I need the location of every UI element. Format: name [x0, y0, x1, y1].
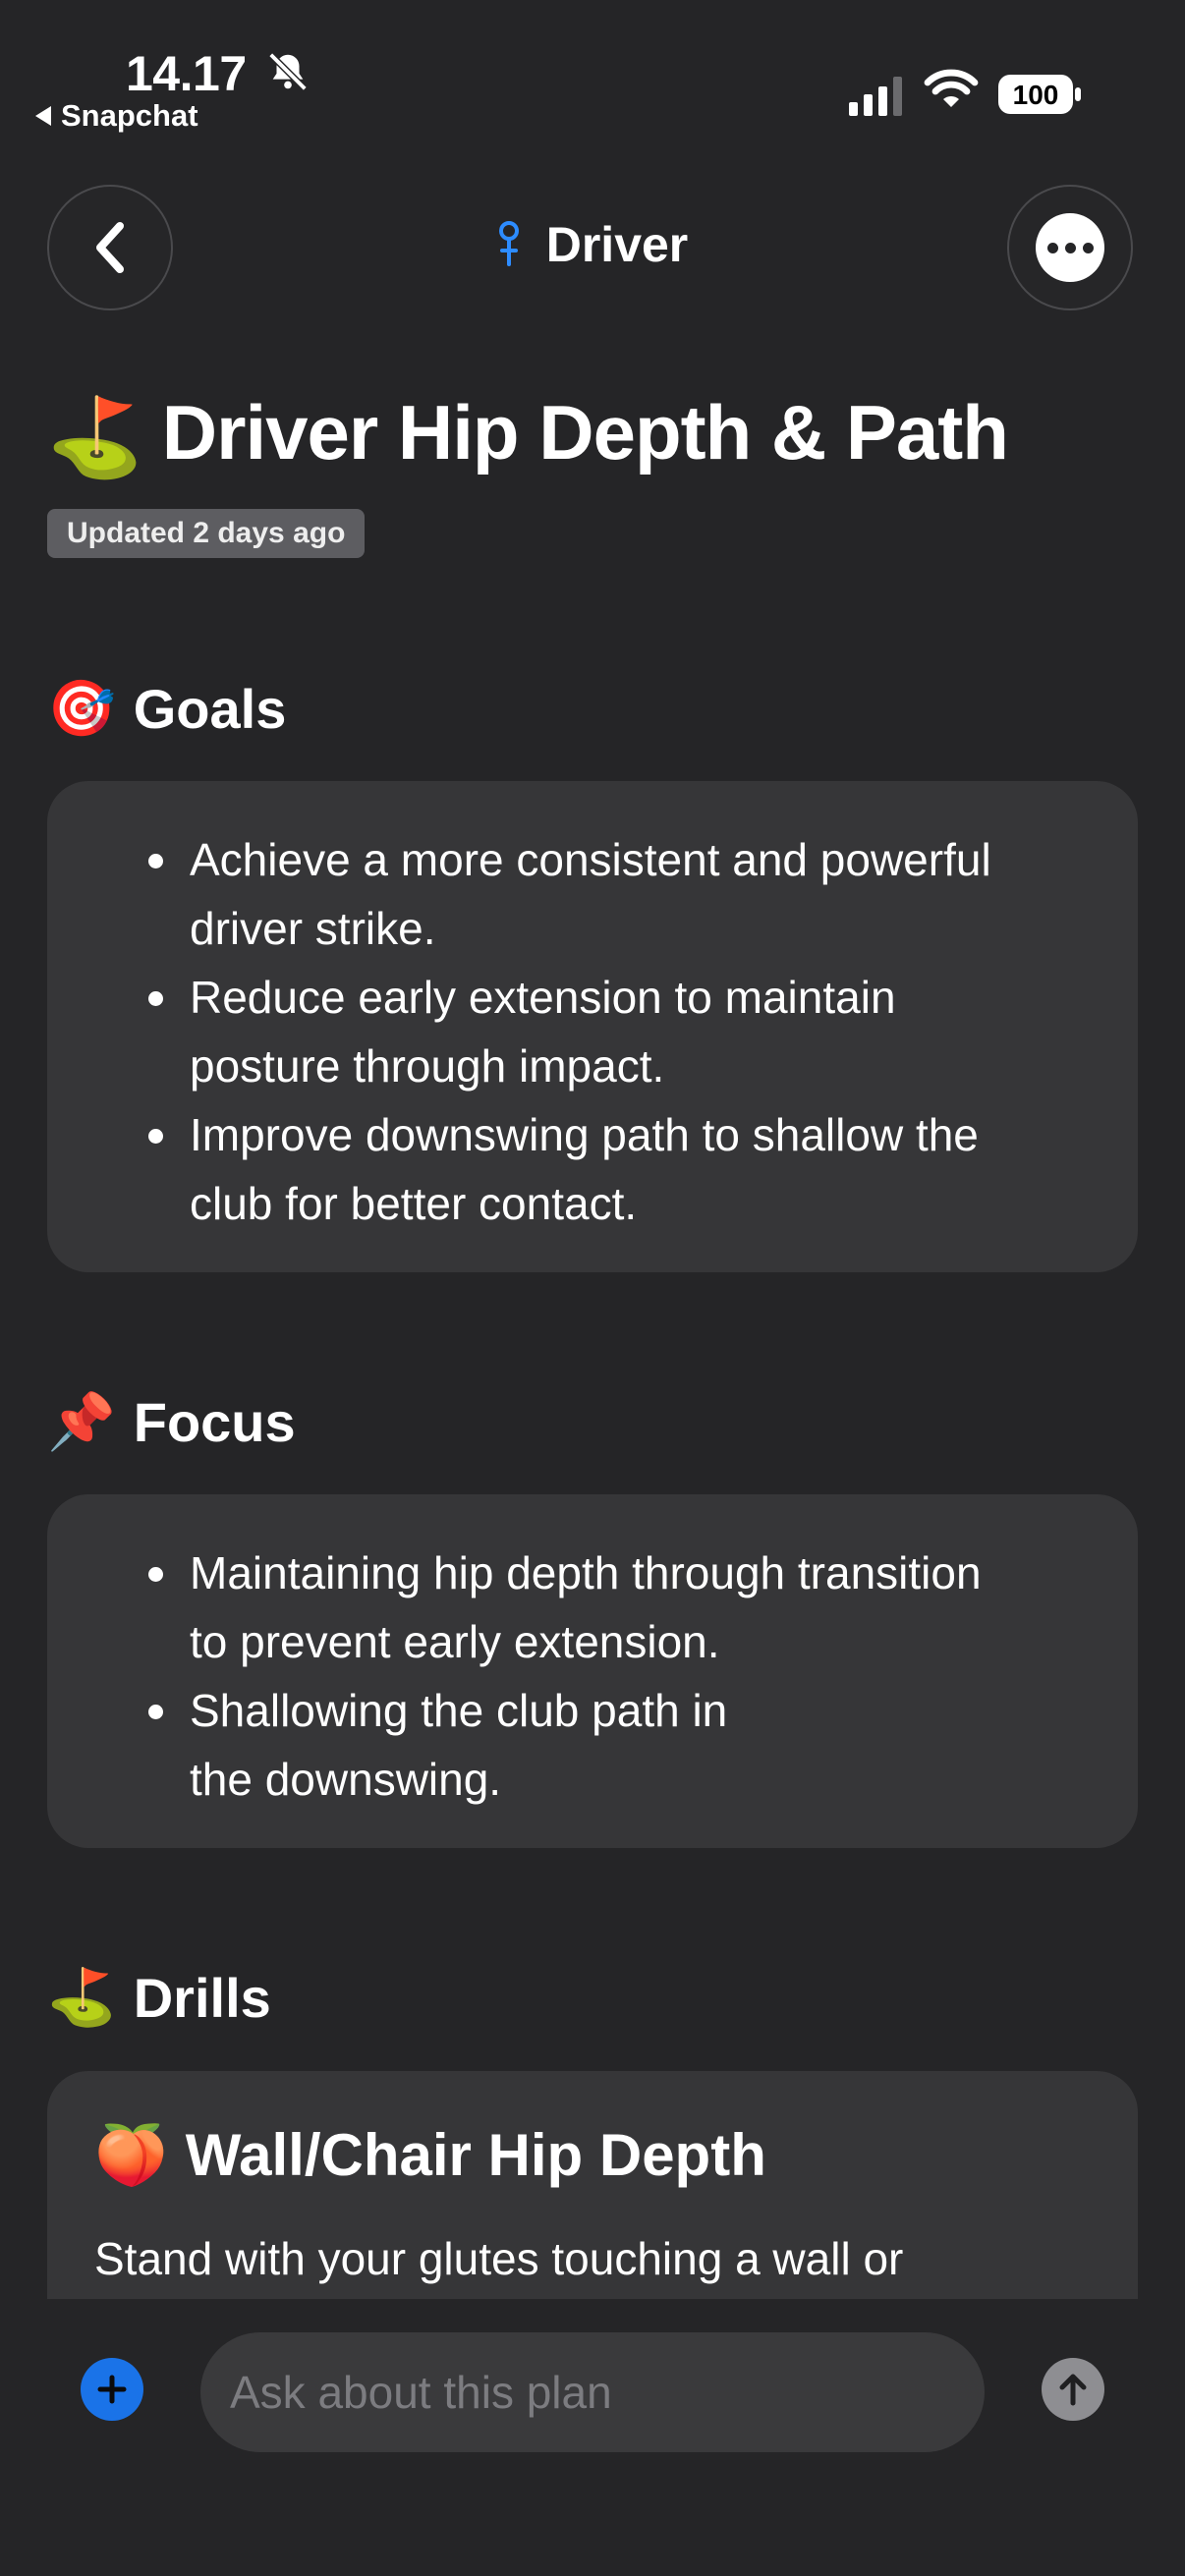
golf-flag-emoji: ⛳ [47, 1966, 116, 2028]
list-item: Achieve a more consistent and powerful dr… [148, 825, 1138, 963]
focus-card: Maintaining hip depth through transition… [47, 1494, 1138, 1848]
more-options-button[interactable] [1007, 185, 1133, 310]
drills-heading-text: Drills [133, 1966, 271, 2029]
bell-muted-icon [268, 52, 308, 91]
drill-title: 🍑 Wall/Chair Hip Depth [94, 2120, 766, 2190]
back-app-label: Snapchat [61, 98, 198, 133]
send-button[interactable] [1042, 2358, 1104, 2421]
battery-icon: 100 [998, 75, 1081, 114]
ask-plan-input[interactable] [200, 2332, 985, 2452]
status-time: 14.17 [126, 46, 247, 101]
drill-title-text: Wall/Chair Hip Depth [185, 2122, 766, 2188]
focus-heading: 📌 Focus [47, 1389, 296, 1454]
nav-title-label: Driver [545, 217, 689, 272]
battery-level: 100 [1013, 80, 1059, 110]
plus-icon [97, 2375, 127, 2404]
back-triangle-icon [35, 106, 51, 126]
ellipsis-icon [1036, 213, 1104, 282]
arrow-up-icon [1059, 2374, 1087, 2406]
back-to-app-link[interactable]: Snapchat [35, 98, 198, 134]
updated-badge: Updated 2 days ago [47, 509, 366, 558]
peach-emoji: 🍑 [94, 2122, 168, 2188]
list-item: Improve downswing path to shallow the clu… [148, 1100, 1138, 1238]
golf-tee-icon [498, 221, 519, 266]
target-emoji: 🎯 [47, 677, 116, 739]
list-item: Maintaining hip depth through transition… [148, 1539, 1138, 1676]
goals-heading: 🎯 Goals [47, 676, 286, 741]
page-title: ⛳ Driver Hip Depth & Path [47, 388, 1009, 483]
list-item: Reduce early extension to maintain postur… [148, 963, 1138, 1100]
goals-card: Achieve a more consistent and powerful dr… [47, 781, 1138, 1272]
goals-heading-text: Goals [133, 677, 287, 740]
focus-heading-text: Focus [133, 1390, 296, 1453]
list-item: Shallowing the club path in the downswing… [148, 1676, 1138, 1814]
cellular-signal-icon [849, 75, 902, 116]
golf-flag-emoji: ⛳ [47, 394, 142, 481]
drills-heading: ⛳ Drills [47, 1965, 271, 2030]
wifi-icon [924, 69, 979, 107]
focus-list: Maintaining hip depth through transition… [47, 1539, 1138, 1814]
pushpin-emoji: 📌 [47, 1390, 116, 1452]
drill-description: Stand with your glutes touching a wall o… [94, 2233, 904, 2284]
page-title-text: Driver Hip Depth & Path [161, 389, 1009, 476]
goals-list: Achieve a more consistent and powerful dr… [47, 825, 1138, 1238]
add-button[interactable] [81, 2358, 143, 2421]
